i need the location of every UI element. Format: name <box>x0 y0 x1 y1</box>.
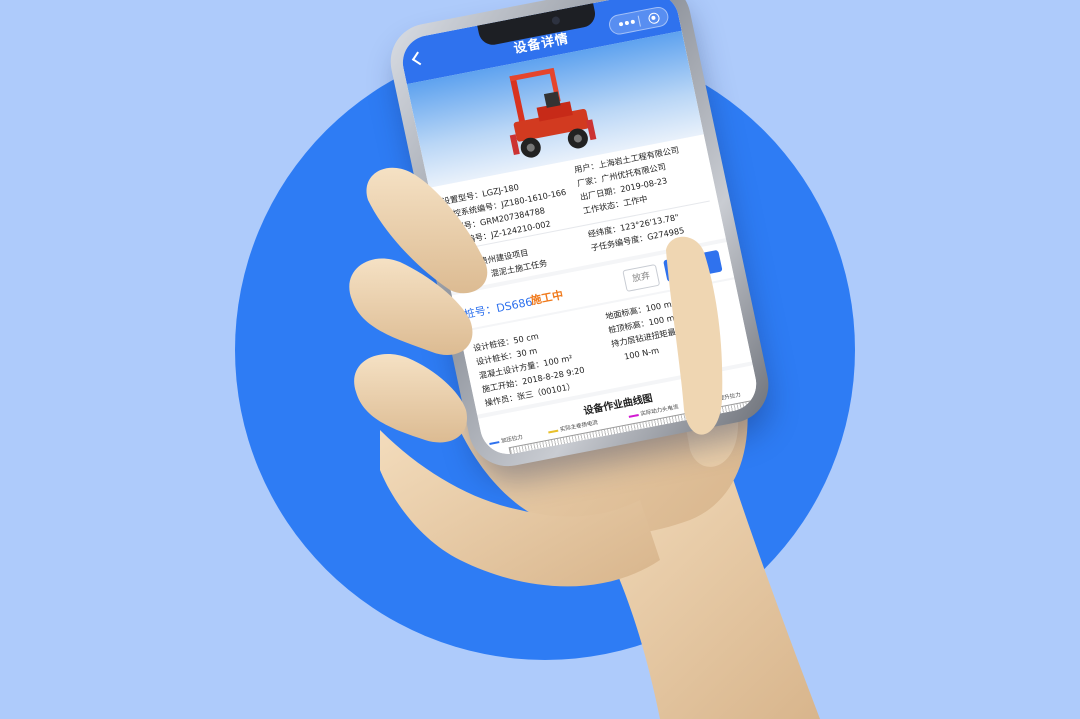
close-target-icon[interactable] <box>647 11 661 25</box>
complete-button[interactable]: 完成 <box>663 249 723 283</box>
pile-status-badge: 施工中 <box>529 288 565 308</box>
abandon-button[interactable]: 放弃 <box>622 263 661 292</box>
front-camera <box>551 15 561 26</box>
param-max-torque-value: 100 N-m <box>623 345 660 362</box>
background: 设备详情 设置型号：LGZJ-180 电控系统编号：JZ180-1610-166… <box>0 0 1080 719</box>
pile-number: 桩号：DS686 <box>462 295 534 322</box>
more-dots-icon[interactable] <box>618 21 624 27</box>
capsule-divider <box>637 15 641 27</box>
pile-driver-image <box>509 67 597 158</box>
